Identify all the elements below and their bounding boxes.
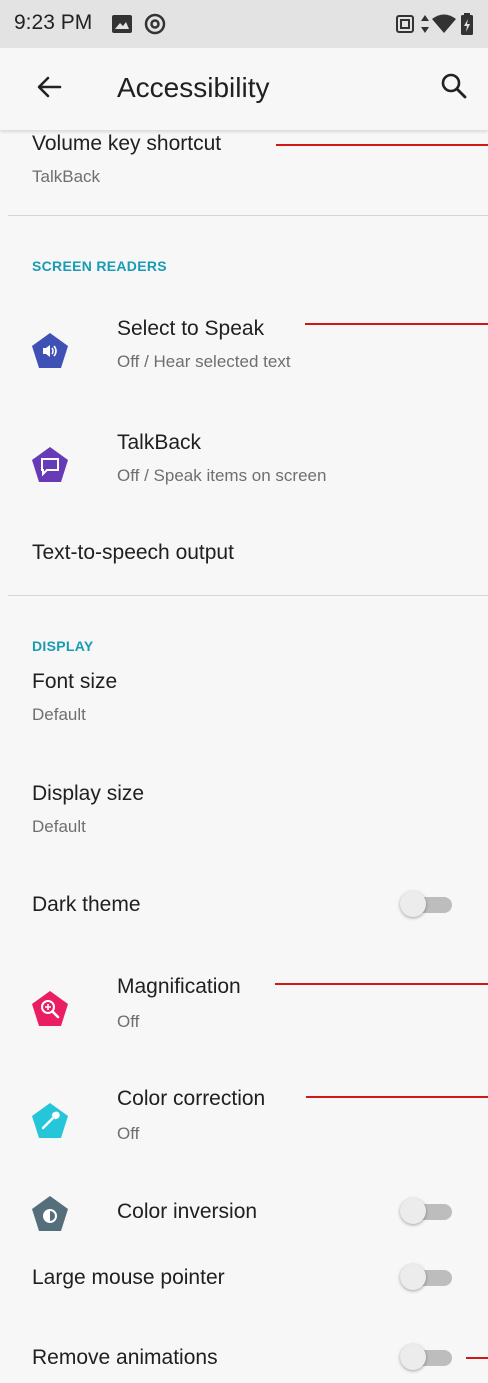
color-correction-summary: Off: [117, 1124, 140, 1143]
app-bar: Accessibility: [0, 48, 488, 130]
sync-notification-icon: [144, 13, 166, 35]
volume-key-shortcut-title: Volume key shortcut: [32, 132, 222, 155]
annotation-line: [276, 144, 488, 146]
search-icon[interactable]: [440, 72, 468, 100]
annotation-line: [306, 1096, 488, 1098]
status-bar: 9:23 PM: [0, 0, 488, 48]
magnification-summary: Off: [117, 1012, 140, 1031]
text-to-speech-output-item[interactable]: Text-to-speech output: [0, 520, 488, 586]
annotation-line: [275, 983, 488, 985]
color-inversion-icon: [32, 1196, 68, 1231]
talkback-item[interactable]: TalkBack Off / Speak items on screen: [0, 412, 488, 516]
talkback-icon: [32, 447, 68, 482]
wifi-icon: [432, 14, 456, 33]
color-inversion-toggle[interactable]: [400, 1198, 456, 1224]
text-to-speech-output-title: Text-to-speech output: [32, 541, 234, 564]
divider: [8, 215, 488, 216]
display-size-title: Display size: [32, 782, 145, 805]
color-inversion-title: Color inversion: [117, 1200, 258, 1223]
talkback-summary: Off / Speak items on screen: [117, 466, 327, 485]
image-notification-icon: [112, 15, 132, 33]
display-size-summary: Default: [32, 817, 86, 836]
dark-theme-item[interactable]: Dark theme: [0, 880, 488, 930]
toggle-thumb: [400, 1198, 426, 1224]
divider: [8, 595, 488, 596]
volume-key-shortcut-item[interactable]: Volume key shortcut TalkBack: [0, 130, 488, 214]
font-size-title: Font size: [32, 670, 118, 693]
color-inversion-item[interactable]: Color inversion: [0, 1184, 488, 1244]
dark-theme-toggle[interactable]: [400, 891, 456, 917]
font-size-item[interactable]: Font size Default: [0, 660, 488, 760]
color-correction-icon: [32, 1103, 68, 1138]
select-to-speak-item[interactable]: Select to Speak Off / Hear selected text: [0, 298, 488, 402]
volume-key-shortcut-summary: TalkBack: [32, 167, 101, 186]
nfc-icon: [396, 15, 414, 33]
color-correction-item[interactable]: Color correction Off: [0, 1066, 488, 1176]
toggle-thumb: [400, 1264, 426, 1290]
select-to-speak-title: Select to Speak: [117, 317, 265, 340]
settings-list: Volume key shortcut TalkBack SCREEN READ…: [0, 130, 488, 1383]
toggle-thumb: [400, 1344, 426, 1370]
font-size-summary: Default: [32, 705, 86, 724]
annotation-line: [305, 323, 488, 325]
remove-animations-toggle[interactable]: [400, 1344, 456, 1370]
magnification-item[interactable]: Magnification Off: [0, 954, 488, 1064]
magnification-title: Magnification: [117, 975, 241, 998]
color-correction-title: Color correction: [117, 1087, 266, 1110]
dark-theme-title: Dark theme: [32, 893, 141, 916]
page-title: Accessibility: [117, 72, 270, 103]
large-mouse-pointer-toggle[interactable]: [400, 1264, 456, 1290]
status-time: 9:23 PM: [14, 11, 93, 34]
remove-animations-item[interactable]: Remove animations: [0, 1326, 488, 1383]
section-header-display: DISPLAY: [32, 638, 94, 654]
back-arrow-icon[interactable]: [36, 74, 62, 100]
magnification-icon: [32, 991, 68, 1026]
annotation-line: [466, 1357, 488, 1359]
talkback-title: TalkBack: [117, 431, 202, 454]
data-arrows-icon: [421, 15, 429, 33]
large-mouse-pointer-item[interactable]: Large mouse pointer: [0, 1250, 488, 1310]
battery-icon: [461, 13, 473, 35]
toggle-thumb: [400, 891, 426, 917]
select-to-speak-summary: Off / Hear selected text: [117, 352, 291, 371]
remove-animations-title: Remove animations: [32, 1346, 218, 1369]
large-mouse-pointer-title: Large mouse pointer: [32, 1266, 225, 1289]
select-to-speak-icon: [32, 333, 68, 368]
display-size-item[interactable]: Display size Default: [0, 772, 488, 872]
section-header-screen-readers: SCREEN READERS: [32, 258, 167, 274]
